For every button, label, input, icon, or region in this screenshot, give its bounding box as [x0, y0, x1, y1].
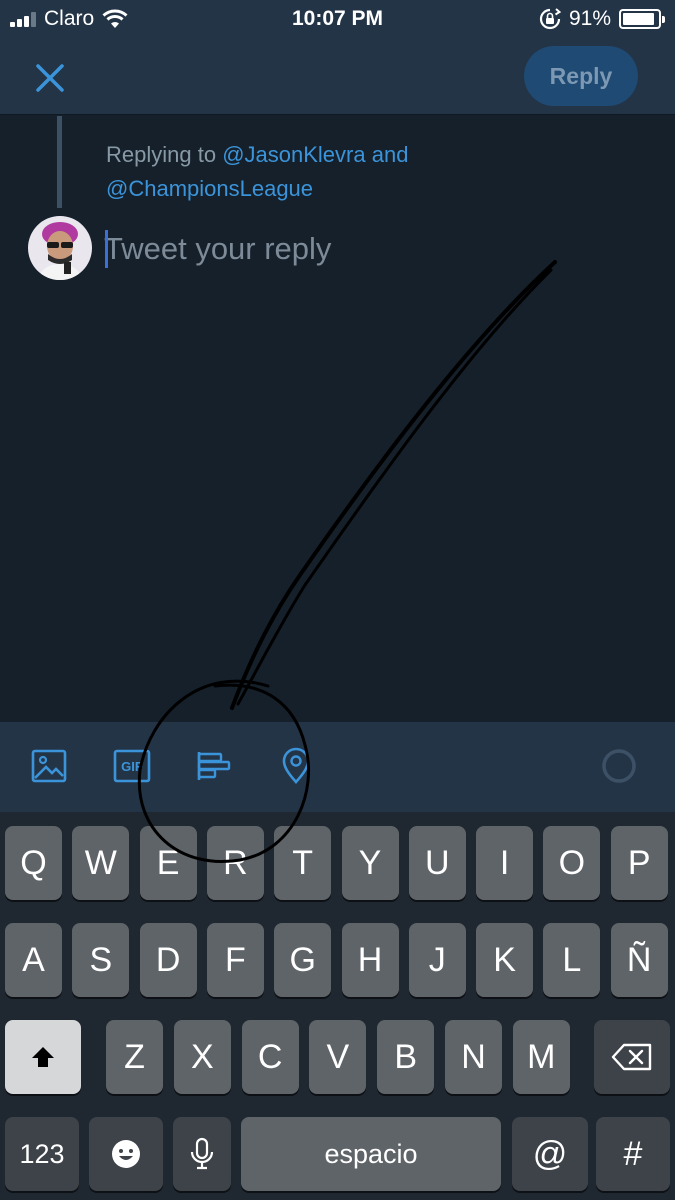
- space-key[interactable]: espacio: [241, 1117, 501, 1191]
- close-icon[interactable]: [30, 58, 70, 98]
- key-l[interactable]: L: [543, 923, 601, 997]
- emoji-key[interactable]: [89, 1117, 163, 1191]
- key-y[interactable]: Y: [341, 826, 399, 900]
- key-u[interactable]: U: [408, 826, 466, 900]
- status-right: 91%: [539, 7, 665, 31]
- avatar-image: [28, 216, 92, 280]
- reply-input[interactable]: [104, 226, 624, 272]
- image-icon[interactable]: [29, 746, 69, 786]
- shift-key[interactable]: [5, 1020, 81, 1094]
- compose-toolbar: GIF: [0, 722, 675, 812]
- key-g[interactable]: G: [274, 923, 332, 997]
- avatar[interactable]: [28, 216, 92, 280]
- key-c[interactable]: C: [241, 1020, 299, 1094]
- key-ñ[interactable]: Ñ: [610, 923, 668, 997]
- gif-icon[interactable]: GIF: [112, 746, 152, 786]
- mention-championsleague[interactable]: @ChampionsLeague: [106, 176, 313, 201]
- numbers-key[interactable]: 123: [5, 1117, 79, 1191]
- shift-icon: [32, 1047, 54, 1067]
- battery-icon: [619, 9, 665, 29]
- key-e[interactable]: E: [139, 826, 197, 900]
- battery-fill: [623, 13, 654, 25]
- key-r[interactable]: R: [206, 826, 264, 900]
- mention-conjunction: and: [371, 142, 409, 167]
- poll-icon[interactable]: [195, 746, 235, 786]
- backspace-icon: [611, 1043, 652, 1071]
- replying-prefix: Replying to: [106, 142, 217, 167]
- status-bar: Claro 10:07 PM 91%: [0, 0, 675, 38]
- key-t[interactable]: T: [274, 826, 332, 900]
- gif-frame: GIF: [113, 749, 151, 783]
- keyboard: 123 espacio @ # QWERTYUIOP ASDFGHJKLÑ ZXCV…: [0, 812, 675, 1200]
- battery-percentage: 91%: [568, 7, 611, 30]
- key-i[interactable]: I: [476, 826, 534, 900]
- key-o[interactable]: O: [543, 826, 601, 900]
- key-s[interactable]: S: [72, 923, 130, 997]
- key-b[interactable]: B: [377, 1020, 435, 1094]
- compose-header: Reply: [0, 38, 675, 115]
- key-v[interactable]: V: [309, 1020, 367, 1094]
- text-cursor: [105, 230, 108, 268]
- key-z[interactable]: Z: [106, 1020, 163, 1094]
- gif-label: GIF: [121, 759, 143, 774]
- key-f[interactable]: F: [206, 923, 264, 997]
- key-m[interactable]: M: [512, 1020, 570, 1094]
- key-n[interactable]: N: [445, 1020, 502, 1094]
- emoji-icon: [112, 1140, 140, 1168]
- key-j[interactable]: J: [408, 923, 466, 997]
- key-p[interactable]: P: [610, 826, 668, 900]
- key-h[interactable]: H: [341, 923, 399, 997]
- character-count-icon: [602, 749, 636, 783]
- replying-to-text: Replying to @JasonKlevra and @ChampionsL…: [106, 138, 576, 206]
- dictation-key[interactable]: [173, 1117, 231, 1191]
- key-a[interactable]: A: [5, 923, 62, 997]
- delete-key[interactable]: [594, 1020, 670, 1094]
- hash-key[interactable]: #: [596, 1117, 670, 1191]
- at-key[interactable]: @: [512, 1117, 588, 1191]
- location-icon[interactable]: [276, 746, 316, 786]
- reply-button[interactable]: Reply: [524, 46, 638, 106]
- key-w[interactable]: W: [72, 826, 130, 900]
- microphone-icon: [190, 1137, 214, 1170]
- rotation-lock-icon: [539, 8, 561, 30]
- key-x[interactable]: X: [173, 1020, 231, 1094]
- key-k[interactable]: K: [476, 923, 534, 997]
- key-d[interactable]: D: [139, 923, 197, 997]
- thread-line: [57, 116, 62, 208]
- key-q[interactable]: Q: [5, 826, 62, 900]
- mention-jasonklevra[interactable]: @JasonKlevra: [222, 142, 365, 167]
